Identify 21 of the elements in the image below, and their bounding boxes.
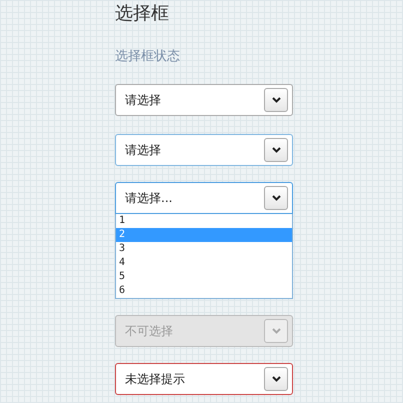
dropdown-option[interactable]: 4 [116, 256, 292, 270]
chevron-down-icon [272, 147, 280, 153]
dropdown-option[interactable]: 5 [116, 270, 292, 284]
select-field[interactable]: 未选择提示 [115, 363, 293, 395]
page-title: 选择框 [115, 2, 170, 26]
chevron-down-icon [272, 97, 280, 103]
select-field[interactable]: 请选择... [115, 182, 293, 214]
section-heading: 选择框状态 [115, 48, 181, 66]
chevron-down-icon [272, 195, 280, 201]
dropdown-button[interactable] [264, 138, 288, 162]
dropdown-option[interactable]: 1 [116, 214, 292, 228]
dropdown-button[interactable] [264, 88, 288, 112]
dropdown-button[interactable] [264, 186, 288, 210]
select-field: 不可选择 [115, 315, 293, 347]
select-field[interactable]: 请选择 [115, 134, 293, 166]
dropdown-option[interactable]: 6 [116, 284, 292, 298]
dropdown-button[interactable] [264, 367, 288, 391]
chevron-down-icon [272, 376, 280, 382]
chevron-down-icon [272, 328, 280, 334]
dropdown-option[interactable]: 3 [116, 242, 292, 256]
select-field[interactable]: 请选择 [115, 84, 293, 116]
